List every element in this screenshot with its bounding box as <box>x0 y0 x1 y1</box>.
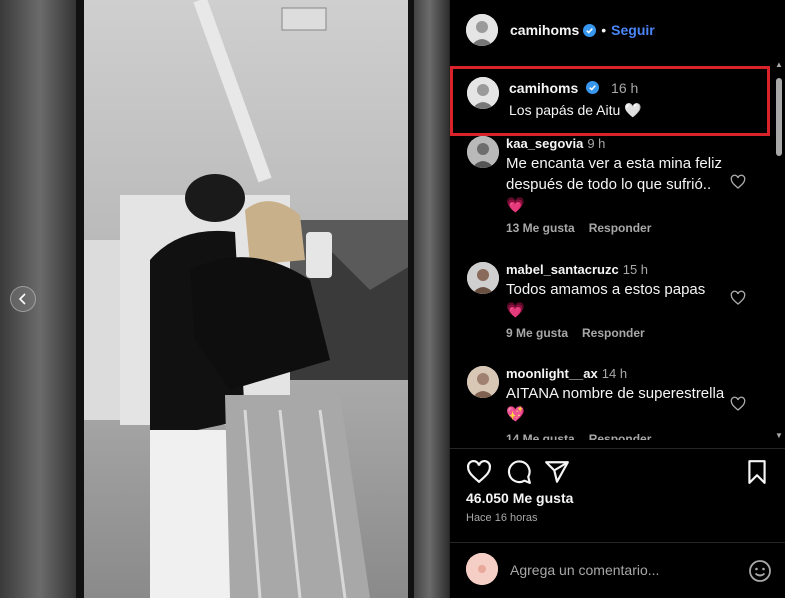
comments-scrollbar[interactable]: ▲ ▼ <box>775 60 783 440</box>
comment-avatar[interactable] <box>467 136 499 168</box>
post-timestamp: Hace 16 horas <box>466 512 538 524</box>
comment-username[interactable]: mabel_santacruzc <box>506 262 619 277</box>
comment-meta: 14 Me gusta Responder <box>506 432 651 440</box>
comment-avatar[interactable] <box>467 366 499 398</box>
caption-avatar[interactable] <box>467 77 499 109</box>
post-panel: camihoms • Seguir camihoms 16 h Los papá… <box>449 0 785 598</box>
comment-icon[interactable] <box>506 459 532 485</box>
bookmark-icon[interactable] <box>744 459 770 485</box>
photo-image <box>0 0 449 598</box>
viewer-avatar <box>466 553 498 585</box>
comment-likes[interactable]: 14 Me gusta <box>506 432 575 440</box>
comment-header: kaa_segovia 9 h <box>506 136 605 151</box>
reply-button[interactable]: Responder <box>582 326 645 340</box>
post-header: camihoms • Seguir <box>450 0 785 60</box>
comment-meta: 13 Me gusta Responder <box>506 221 651 235</box>
comment-input[interactable] <box>510 557 730 583</box>
likes-count[interactable]: 46.050 Me gusta <box>466 490 573 506</box>
author-avatar[interactable] <box>466 14 498 46</box>
post-photo <box>0 0 449 598</box>
comment-text: Todos amamos a estos papas 💗 <box>506 281 706 319</box>
caption-header: camihoms 16 h <box>509 80 638 96</box>
comment-header: moonlight__ax 14 h <box>506 366 627 381</box>
comment-header: mabel_santacruzc 15 h <box>506 262 648 277</box>
comment-username[interactable]: kaa_segovia <box>506 136 583 151</box>
heart-icon[interactable] <box>730 290 746 306</box>
comment-avatar[interactable] <box>467 262 499 294</box>
comment-item: mabel_santacruzc 15 h Todos amamos a esto… <box>450 262 772 348</box>
scroll-thumb[interactable] <box>776 78 782 156</box>
comment-username[interactable]: moonlight__ax <box>506 366 598 381</box>
carousel-prev-button[interactable] <box>10 286 36 312</box>
reply-button[interactable]: Responder <box>589 221 652 235</box>
comment-time: 14 h <box>601 366 628 381</box>
separator-dot: • <box>601 22 607 38</box>
caption-text: Los papás de Aitu 🤍 <box>509 102 642 118</box>
scroll-up-arrow[interactable]: ▲ <box>775 60 783 69</box>
comment-text: AITANA nombre de superestrella💖 <box>506 385 725 423</box>
heart-icon[interactable] <box>730 396 746 412</box>
post-actions <box>450 448 785 488</box>
avatar-image <box>467 366 499 398</box>
comment-composer <box>450 542 785 598</box>
comments-list[interactable]: camihoms 16 h Los papás de Aitu 🤍 kaa_se… <box>450 60 772 440</box>
comment-time: 9 h <box>587 136 606 151</box>
caption-username[interactable]: camihoms <box>509 80 578 96</box>
verified-badge-icon <box>586 81 600 94</box>
heart-icon[interactable] <box>730 174 746 190</box>
caption-highlight: camihoms 16 h Los papás de Aitu 🤍 <box>450 66 770 136</box>
avatar-image <box>467 136 499 168</box>
scroll-down-arrow[interactable]: ▼ <box>775 431 783 440</box>
comment-meta: 9 Me gusta Responder <box>506 326 645 340</box>
avatar-image <box>467 77 499 109</box>
share-icon[interactable] <box>544 459 570 485</box>
comment-text: Me encanta ver a esta mina feliz después… <box>506 155 722 214</box>
follow-button[interactable]: Seguir <box>611 22 655 38</box>
avatar-image <box>466 14 498 46</box>
comment-likes[interactable]: 13 Me gusta <box>506 221 575 235</box>
author-username[interactable]: camihoms <box>510 22 579 38</box>
comment-item: kaa_segovia 9 h Me encanta ver a esta min… <box>450 136 772 242</box>
avatar-image <box>467 262 499 294</box>
comment-time: 15 h <box>622 262 649 277</box>
reply-button[interactable]: Responder <box>589 432 652 440</box>
avatar-image <box>466 553 498 585</box>
comment-likes[interactable]: 9 Me gusta <box>506 326 568 340</box>
emoji-icon[interactable] <box>748 559 772 583</box>
caption-time: 16 h <box>611 80 639 96</box>
heart-icon[interactable] <box>466 459 492 485</box>
comment-item: moonlight__ax 14 h AITANA nombre de super… <box>450 366 772 440</box>
verified-badge-icon <box>583 23 597 37</box>
chevron-left-icon <box>18 293 26 305</box>
